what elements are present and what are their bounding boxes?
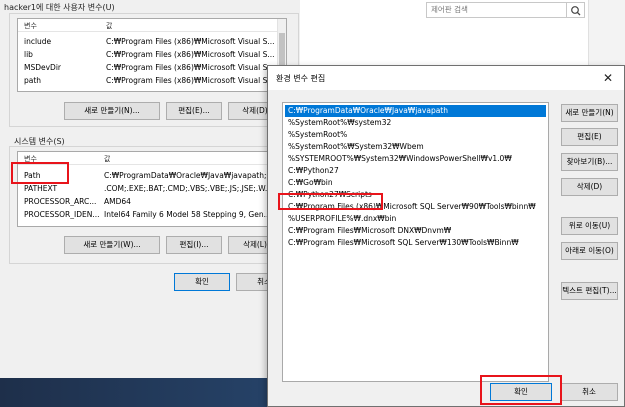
annotation-scripts-entry-highlight: [278, 193, 383, 210]
user-edit-button[interactable]: 편집(E)...: [166, 102, 222, 120]
dialog-titlebar[interactable]: 환경 변수 편집 ✕: [268, 66, 624, 90]
var-name: lib: [24, 50, 33, 59]
user-vars-list[interactable]: 변수 값 include C:₩Program Files (x86)₩Micr…: [17, 18, 287, 92]
var-name: MSDevDir: [24, 63, 62, 72]
path-entry[interactable]: %SystemRoot%₩System32₩Wbem: [285, 141, 546, 153]
user-var-row-path[interactable]: path C:₩Program Files (x86)₩Microsoft Vi…: [18, 75, 286, 87]
dialog-new-button[interactable]: 새로 만들기(N): [561, 104, 618, 122]
search-icon[interactable]: [567, 2, 585, 18]
path-entry[interactable]: %USERPROFILE%₩.dnx₩bin: [285, 213, 546, 225]
annotation-ok-button-highlight: [480, 375, 562, 405]
var-name: PATHEXT: [24, 184, 58, 193]
edit-environment-variable-dialog: 환경 변수 편집 ✕ C:₩ProgramData₩Oracle₩Java₩ja…: [267, 65, 625, 407]
control-panel-search-input[interactable]: 제어판 검색: [426, 2, 567, 18]
dialog-title: 환경 변수 편집: [276, 74, 326, 83]
dialog-edit-text-button[interactable]: 텍스트 편집(T)...: [561, 282, 618, 300]
var-value: C:₩Program Files (x86)₩Microsoft Visual …: [106, 76, 275, 85]
var-value: .COM;.EXE;.BAT;.CMD;.VBS;.VBE;.JS;.JSE;.…: [104, 184, 272, 193]
column-header-variable[interactable]: 변수: [24, 21, 37, 31]
environment-variables-window: hacker1에 대한 사용자 변수(U) 변수 값 include C:₩Pr…: [0, 0, 300, 378]
dialog-browse-button[interactable]: 찾아보기(B)...: [561, 153, 618, 171]
column-header-value[interactable]: 값: [106, 21, 112, 31]
path-entry[interactable]: C:₩ProgramData₩Oracle₩Java₩javapath: [285, 105, 546, 117]
dialog-move-up-button[interactable]: 위로 이동(U): [561, 217, 618, 235]
var-name: include: [24, 37, 52, 46]
user-vars-header: 변수 값: [18, 19, 286, 32]
close-icon[interactable]: ✕: [596, 67, 620, 89]
path-entry[interactable]: C:₩Go₩bin: [285, 177, 546, 189]
user-new-button[interactable]: 새로 만들기(N)...: [64, 102, 160, 120]
var-value: C:₩Program Files (x86)₩Microsoft Visual …: [106, 63, 275, 72]
var-value: C:₩Program Files (x86)₩Microsoft Visual …: [106, 37, 275, 46]
system-var-row-pathext[interactable]: PATHEXT .COM;.EXE;.BAT;.CMD;.VBS;.VBE;.J…: [18, 183, 282, 195]
user-vars-label: hacker1에 대한 사용자 변수(U): [4, 3, 115, 12]
annotation-path-highlight: [11, 162, 69, 184]
dialog-move-down-button[interactable]: 아래로 이동(O): [561, 242, 618, 260]
env-ok-button[interactable]: 확인: [174, 273, 230, 291]
path-entry[interactable]: C:₩Program Files₩Microsoft SQL Server₩13…: [285, 237, 546, 249]
user-var-row-msdevdir[interactable]: MSDevDir C:₩Program Files (x86)₩Microsof…: [18, 62, 286, 74]
var-value: Intel64 Family 6 Model 58 Stepping 9, Ge…: [104, 210, 271, 219]
path-entry[interactable]: C:₩Python27: [285, 165, 546, 177]
path-entries-list[interactable]: C:₩ProgramData₩Oracle₩Java₩javapath %Sys…: [282, 102, 549, 382]
path-entry[interactable]: %SystemRoot%₩system32: [285, 117, 546, 129]
system-var-row-processor-ident[interactable]: PROCESSOR_IDEN... Intel64 Family 6 Model…: [18, 209, 282, 221]
system-var-row-processor-arch[interactable]: PROCESSOR_ARC... AMD64: [18, 196, 282, 208]
dialog-edit-button[interactable]: 편집(E): [561, 128, 618, 146]
var-value: C:₩ProgramData₩Oracle₩Java₩javapath;C:..…: [104, 171, 280, 180]
dialog-delete-button[interactable]: 삭제(D): [561, 178, 618, 196]
path-entry[interactable]: %SystemRoot%: [285, 129, 546, 141]
dialog-cancel-button[interactable]: 취소: [560, 383, 618, 401]
var-value: AMD64: [104, 197, 131, 206]
column-header-value[interactable]: 값: [104, 154, 110, 164]
user-var-row-include[interactable]: include C:₩Program Files (x86)₩Microsoft…: [18, 36, 286, 48]
path-entry[interactable]: C:₩Program Files₩Microsoft DNX₩Dnvm₩: [285, 225, 546, 237]
system-edit-button[interactable]: 편집(I)...: [166, 236, 222, 254]
var-name: path: [24, 76, 42, 85]
var-name: PROCESSOR_ARC...: [24, 197, 97, 206]
user-var-row-lib[interactable]: lib C:₩Program Files (x86)₩Microsoft Vis…: [18, 49, 286, 61]
path-entry[interactable]: %SYSTEMROOT%₩System32₩WindowsPowerShell₩…: [285, 153, 546, 165]
system-new-button[interactable]: 새로 만들기(W)...: [64, 236, 160, 254]
var-value: C:₩Program Files (x86)₩Microsoft Visual …: [106, 50, 275, 59]
var-name: PROCESSOR_IDEN...: [24, 210, 100, 219]
